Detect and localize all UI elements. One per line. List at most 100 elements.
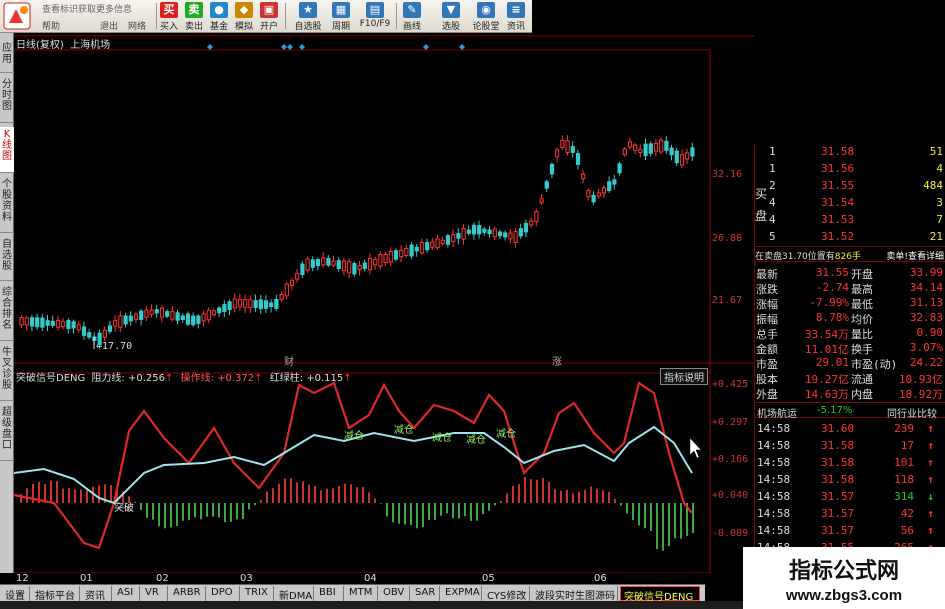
forum-button[interactable]: ◉ 论股堂 (470, 2, 502, 32)
left-tab-bar: 应用 分时图 K线图 个股资料 自选股 综合排名 牛叉诊股 超级盘口 (0, 33, 14, 573)
price-label-high: 32.16 (712, 169, 743, 180)
f10-button[interactable]: ▤ F10/F9 (358, 2, 392, 32)
indicator-bar (302, 481, 304, 503)
exit-link[interactable]: 退出 (100, 19, 118, 32)
tab-diagnosis[interactable]: 牛叉诊股 (0, 345, 14, 401)
open-account-button[interactable]: ▣ 开户 (258, 2, 280, 32)
indicator-bar (350, 484, 352, 503)
indicator-tab[interactable]: VR (142, 586, 168, 601)
indicator-tab[interactable]: EXPMA (442, 586, 482, 601)
indicator-tab[interactable]: ARBR (170, 586, 206, 601)
indicator-tab[interactable]: BBI (316, 586, 344, 601)
candle-body (367, 257, 373, 271)
candle-body (326, 257, 331, 266)
help-link[interactable]: 帮助 (42, 19, 60, 32)
sector-compare-button[interactable]: 同行业比较 (887, 405, 937, 420)
indicator-tab[interactable]: 波段实时生图源码 (532, 586, 618, 602)
tab-stock-info[interactable]: 个股资料 (0, 177, 14, 233)
indicator-bar (386, 503, 388, 517)
indicator-tab[interactable]: 突破信号DENG (620, 586, 700, 603)
candle-body (373, 258, 378, 266)
order-book-row[interactable]: 2 31.55 484 (755, 178, 945, 194)
indicator-bar (572, 493, 574, 503)
indicator-bar (518, 484, 520, 503)
order-book-row[interactable]: 1 31.56 4 (755, 161, 945, 177)
indicator-bar (404, 503, 406, 525)
quote-value: 0.90 (916, 326, 944, 339)
arrow-up-icon: ↑ (927, 507, 934, 520)
indicator-help-button[interactable]: 指标说明 (660, 368, 708, 385)
ob-level: 4 (769, 196, 776, 209)
indicator-tab[interactable]: CYS修改 (484, 586, 530, 602)
tick-row: 14:58 31.60 239 ↑ (755, 421, 945, 437)
order-book-row[interactable]: 4 31.53 7 (755, 212, 945, 228)
kline-chart-svg[interactable] (14, 33, 754, 573)
indicator-bar (668, 503, 670, 547)
quote-row: 总手 33.54万 量比 0.90 (755, 325, 945, 341)
candle-body (175, 312, 180, 321)
indicator-bar (98, 485, 100, 503)
price-label-mid: 26.88 (712, 233, 743, 244)
news-button[interactable]: ≡ 资讯 (505, 2, 527, 32)
arrow-up-icon: ↑ (927, 456, 934, 469)
candle-body (435, 238, 440, 248)
tick-price: 31.60 (821, 422, 855, 435)
sector-name[interactable]: 机场航运 (757, 405, 797, 420)
indicator-tab[interactable]: MTM (346, 586, 378, 601)
candle-body (466, 229, 471, 234)
queue-detail-link[interactable]: 卖单!查看详细 (886, 249, 944, 262)
indicator-tab-bar: 设置 指标平台 资讯 ASI VR ARBR DPO TRIX 新DMA BBI MTM OBV SAR… (0, 584, 705, 603)
star-icon: ★ (299, 2, 317, 18)
ob-volume: 51 (929, 145, 943, 158)
candle-body (503, 232, 508, 238)
sell-button[interactable]: 卖卖出 (183, 2, 205, 32)
indicator-tab[interactable]: ASI (114, 586, 140, 601)
indicator-bar (158, 503, 160, 527)
indicator-tab[interactable]: DPO (208, 586, 240, 601)
quote-value: 31.13 (909, 296, 943, 309)
indicator-tab[interactable]: TRIX (242, 586, 274, 601)
watchlist-button[interactable]: ★ 自选股 (290, 2, 326, 32)
arrow-up-icon: ↑ (165, 373, 174, 384)
candle-body (185, 313, 191, 325)
candle-body (544, 181, 549, 189)
simulate-button[interactable]: ◆ 模拟 (233, 2, 255, 32)
candle-body (674, 150, 679, 164)
tab-intraday[interactable]: 分时图 (0, 77, 14, 123)
order-book-row[interactable]: 4 31.54 3 (755, 195, 945, 211)
candle-body (508, 232, 513, 240)
fund-button[interactable]: ● 基金 (208, 2, 230, 32)
candle-body (29, 317, 35, 327)
period-button[interactable]: ▦ 周期 (330, 2, 352, 32)
stock-screen-button[interactable]: ▼ 选股 (440, 2, 462, 32)
tab-kline[interactable]: K线图 (0, 127, 14, 173)
candle-body (149, 309, 154, 315)
indicator-bar (680, 503, 682, 539)
ob-volume: 4 (936, 162, 943, 175)
tab-super-panel[interactable]: 超级盘口 (0, 405, 14, 461)
candle-body (633, 144, 638, 151)
chart-area[interactable]: 日线(复权) 上海机场 32.16 26.88 21.67 ←17.70 财 涨… (14, 33, 754, 584)
indicator-tab[interactable]: 设置 (2, 586, 30, 602)
order-book-row[interactable]: 1 31.58 51 (755, 144, 945, 160)
candle-body (45, 320, 50, 326)
chat-icon: ◉ (477, 2, 495, 18)
network-link[interactable]: 网络 (128, 19, 146, 32)
indicator-bar (584, 490, 586, 503)
indicator-tab[interactable]: 新DMA (276, 586, 314, 602)
indicator-tab[interactable]: 指标平台 (32, 586, 80, 602)
arrow-down-icon: ↓ (927, 490, 934, 503)
tab-apps[interactable]: 应用 (0, 41, 14, 73)
tick-volume: 56 (900, 524, 914, 537)
draw-line-button[interactable]: ✎ 画线 (401, 2, 423, 32)
buy-button[interactable]: 买买入 (158, 2, 180, 32)
indicator-tab[interactable]: OBV (380, 586, 410, 601)
tick-price: 31.57 (821, 490, 855, 503)
candle-body (300, 263, 305, 276)
order-book-row[interactable]: 5 31.52 21 (755, 229, 945, 245)
indicator-bar (644, 503, 646, 529)
tab-ranking[interactable]: 综合排名 (0, 285, 14, 341)
indicator-tab[interactable]: SAR (412, 586, 440, 601)
indicator-tab[interactable]: 资讯 (82, 586, 112, 602)
tab-watchlist[interactable]: 自选股 (0, 237, 14, 281)
